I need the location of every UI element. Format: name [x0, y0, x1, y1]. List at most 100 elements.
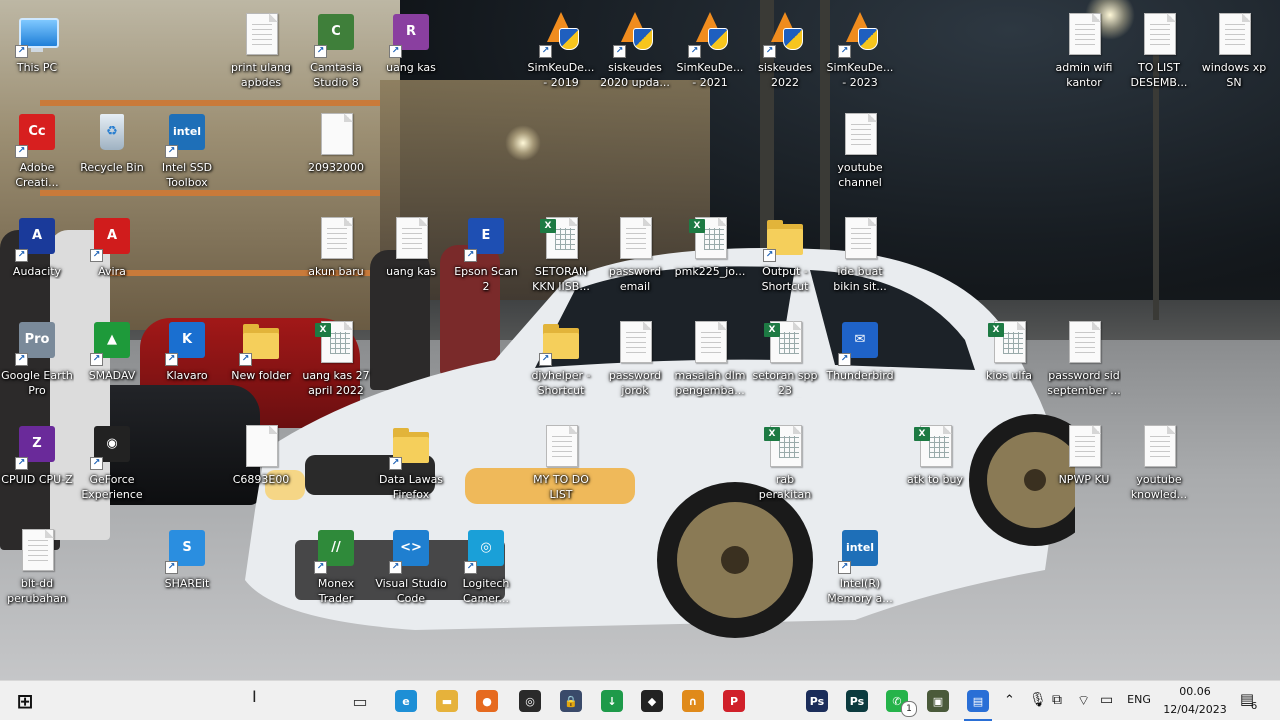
desktop-icon[interactable]: intel ↗ Intel(R) Memory a...	[823, 526, 897, 606]
desktop-icon-label: C6893E00	[232, 473, 290, 486]
desktop-icon[interactable]: Xatk to buy	[898, 422, 972, 487]
desktop-icon[interactable]: ↗ SimKeuDe... - 2021	[673, 10, 747, 90]
desktop-icon[interactable]: youtube channel	[823, 110, 897, 190]
desktop-icon[interactable]: ↗ SimKeuDe... - 2019	[524, 10, 598, 90]
task-view-button[interactable]: ▭	[340, 681, 380, 721]
language-indicator[interactable]: ENG	[1126, 693, 1152, 706]
taskbar-photoshop-1[interactable]: Ps	[797, 681, 837, 721]
desktop-icon[interactable]: ↗ djvhelper - Shortcut	[524, 318, 598, 398]
shortcut-arrow-icon: ↗	[90, 457, 103, 470]
desktop-icon[interactable]: ide buat bikin sit...	[823, 214, 897, 294]
taskbar-pinterest[interactable]: P	[714, 681, 754, 721]
desktop-icon[interactable]: ↗ Data Lawas Firefox	[374, 422, 448, 502]
desktop-icon[interactable]: password email	[598, 214, 672, 294]
desktop-icon[interactable]: ♻ Recycle Bin	[75, 110, 149, 175]
desktop-icon[interactable]: ↗ siskeudes 2022	[748, 10, 822, 90]
desktop-icon[interactable]: ◉ ↗ GeForce Experience	[75, 422, 149, 502]
desktop-icon[interactable]: S ↗ SHAREit	[150, 526, 224, 591]
start-button[interactable]: ⊞	[5, 681, 45, 721]
desktop-icon[interactable]: ▲ ↗ SMADAV	[75, 318, 149, 383]
taskbar-download-app[interactable]: ↓	[592, 681, 632, 721]
desktop-icon[interactable]: blt-dd perubahan	[0, 526, 74, 606]
desktop-icon[interactable]: E ↗ Epson Scan 2	[449, 214, 523, 294]
desktop-icon[interactable]: K ↗ Klavaro	[150, 318, 224, 383]
desktop-icon-label: SHAREit	[164, 577, 210, 590]
desktop-icon[interactable]: ↗ SimKeuDe... - 2023	[823, 10, 897, 90]
desktop-icon[interactable]: Xkios ulfa	[972, 318, 1046, 383]
desktop-icon[interactable]: MY TO DO LIST	[524, 422, 598, 502]
wifi-icon[interactable]: ⌔	[1077, 692, 1090, 710]
desktop-icon[interactable]: //↗ Monex Trader	[299, 526, 373, 606]
taskbar-whatsapp[interactable]: ✆ 1	[877, 681, 917, 721]
taskbar-vpn-app[interactable]: 🔒	[551, 681, 591, 721]
desktop-icon[interactable]: ↗ New folder	[224, 318, 298, 383]
taskbar-file-explorer[interactable]: ▬	[427, 681, 467, 721]
desktop-icon[interactable]: R ↗ uang kas	[374, 10, 448, 75]
desktop-icon[interactable]: NPWP KU	[1047, 422, 1121, 487]
taskbar-app-extra[interactable]: ▣	[918, 681, 958, 721]
desktop-icon[interactable]: ↗ siskeudes 2020 upda...	[598, 10, 672, 90]
desktop-icon[interactable]: Cc ↗ Adobe Creati...	[0, 110, 74, 190]
battery-icon[interactable]: ▭	[1100, 692, 1113, 708]
desktop-icon[interactable]: Xpmk225_jo...	[673, 214, 747, 279]
desktop-icon[interactable]: admin wifi kantor	[1047, 10, 1121, 90]
desktop-icon[interactable]: youtube knowled...	[1122, 422, 1196, 502]
desktop-icon[interactable]: ✉ ↗ Thunderbird	[823, 318, 897, 383]
document-icon	[237, 422, 285, 470]
desktop-icon[interactable]: 20932000	[299, 110, 373, 175]
desktop-icon[interactable]: masalah dlm pengemba...	[673, 318, 747, 398]
desktop-icon[interactable]: windows xp SN	[1197, 10, 1271, 90]
desktop-icon[interactable]: Pro ↗ Google Earth Pro	[0, 318, 74, 398]
desktop-icon[interactable]: Xrab perakitan komputer	[748, 422, 822, 502]
taskbar-edge[interactable]: e	[386, 681, 426, 721]
taskbar-firefox[interactable]: ●	[467, 681, 507, 721]
shortcut-arrow-icon: ↗	[165, 561, 178, 574]
taskbar-active-app[interactable]: ▤	[958, 681, 998, 721]
desktop-icon[interactable]: Z ↗ CPUID CPU-Z	[0, 422, 74, 487]
desktop-icon-label: Klavaro	[166, 369, 208, 382]
shortcut-arrow-icon: ↗	[539, 45, 552, 58]
excel-sheet-icon: X	[761, 422, 809, 470]
desktop-icon[interactable]: C6893E00	[224, 422, 298, 487]
show-hidden-icons-chevron[interactable]: ⌃	[1004, 693, 1015, 708]
desktop-icon[interactable]: C ↗ Camtasia Studio 8	[299, 10, 373, 90]
desktop-icon[interactable]: A ↗ Audacity	[0, 214, 74, 279]
folder-icon: ↗	[387, 422, 435, 470]
desktop-icon-label: SimKeuDe... - 2021	[676, 61, 744, 89]
recycle-bin-icon: ♻	[88, 110, 136, 158]
desktop-icon[interactable]: X SETORAN KKN IISB...	[524, 214, 598, 294]
desktop-icon[interactable]: akun baru	[299, 214, 373, 279]
microphone-icon[interactable]: 🎙	[1029, 692, 1047, 708]
djvu-icon: ↗	[537, 318, 585, 366]
desktop-icon[interactable]: uang kas	[374, 214, 448, 279]
desktop-icon[interactable]: print ulang apbdes	[224, 10, 298, 90]
taskbar-audacity[interactable]: ∩	[673, 681, 713, 721]
desktop-icon-label: NPWP KU	[1058, 473, 1110, 486]
text-cursor-icon: I	[252, 687, 257, 706]
taskbar-inkscape[interactable]: ◆	[632, 681, 672, 721]
taskbar-media-app[interactable]: ◎	[510, 681, 550, 721]
desktop-icon[interactable]: TO LIST DESEMB...	[1122, 10, 1196, 90]
clock-date[interactable]: 12/04/2023	[1160, 703, 1230, 716]
audacity-icon: A ↗	[13, 214, 61, 262]
desktop-icon[interactable]: A ↗ Avira	[75, 214, 149, 279]
desktop-icon-label: Logitech Camer...	[462, 577, 510, 605]
display-icon[interactable]: ⧉	[1052, 692, 1062, 708]
google-earth-icon: Pro ↗	[13, 318, 61, 366]
desktop-icon-label: Avira	[98, 265, 126, 278]
clock-time[interactable]: 00.06	[1160, 685, 1230, 698]
desktop-icon[interactable]: password sid september ...	[1047, 318, 1121, 398]
desktop-icon[interactable]: Xuang kas 27 april 2022	[299, 318, 373, 398]
desktop-icon[interactable]: ↗ Output - Shortcut	[748, 214, 822, 294]
desktop-icon[interactable]: intel ↗ Intel SSD Toolbox	[150, 110, 224, 190]
windows-start-icon: ⊞	[16, 689, 34, 713]
desktop-icon[interactable]: <> ↗ Visual Studio Code	[374, 526, 448, 606]
task-view-icon: ▭	[352, 691, 368, 711]
desktop-icon[interactable]: password jorok	[598, 318, 672, 398]
desktop-icon[interactable]: Xsetoran spp 23 septemb...	[748, 318, 822, 398]
desktop-icon[interactable]: ◎ ↗ Logitech Camer...	[449, 526, 523, 606]
desktop-icon-label: rab perakitan komputer	[758, 473, 812, 501]
desktop-icon[interactable]: ↗ This PC	[0, 10, 74, 75]
desktop-icon-label: SimKeuDe... - 2023	[826, 61, 894, 89]
taskbar-photoshop-2[interactable]: Ps	[837, 681, 877, 721]
